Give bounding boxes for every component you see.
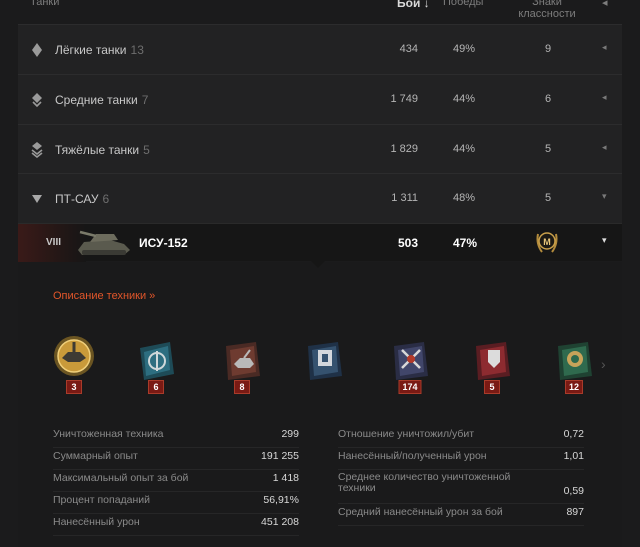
vehicle-detail-panel: Описание техники» 3 6 8 174 5 12 › Уничт… [18,261,622,547]
stat-row: Максимальный опыт за бой 1 418 [53,472,299,492]
column-header-wins[interactable]: Победы [443,0,483,8]
vehicle-name: ИСУ-152 [139,236,188,250]
stat-row: Процент попаданий 56,91% [53,494,299,514]
header-toggle-icon: ◂ [602,0,608,9]
tank-icon [78,230,130,255]
group-mastery: 5 [544,192,552,204]
group-row-medium-tanks[interactable]: Средние танки 7 1 749 44% 6 ◂ [18,74,622,124]
supporter-medal-icon [558,342,592,380]
group-battles: 1 311 [391,192,418,204]
column-header-tanks[interactable]: Танки [30,0,59,8]
td-icon [32,195,42,203]
group-mastery: 9 [544,43,552,55]
group-name: Тяжёлые танки 5 [55,143,150,157]
medal-item[interactable]: 8 [216,334,268,394]
group-mastery: 6 [544,93,552,105]
medal-item[interactable] [298,334,350,394]
stat-row: Нанесённый урон 451 208 [53,516,299,536]
group-wins: 49% [453,43,476,55]
medium-tank-icon [32,93,42,108]
column-header-mastery[interactable]: Знаки классности [515,0,579,20]
group-wins: 44% [453,143,476,155]
medal-count: 12 [564,380,584,394]
medal-item[interactable]: 3 [48,334,100,394]
group-name: Средние танки 7 [55,93,149,107]
medal-count: 8 [234,380,250,394]
mastery-badge-icon: M [536,232,558,253]
medals-next-arrow-icon[interactable]: › [601,356,606,372]
heavy-tank-icon [31,142,43,158]
medal-item[interactable]: 5 [466,334,518,394]
group-row-light-tanks[interactable]: Лёгкие танки 13 434 49% 9 ◂ [18,24,622,74]
light-tank-icon [32,43,42,57]
medal-count: 5 [484,380,500,394]
collapse-toggle-icon[interactable]: ◂ [602,142,607,153]
medal-count: 174 [398,380,422,394]
group-wins: 44% [453,93,476,105]
steel-wall-medal-icon [476,342,510,380]
stat-row: Отношение уничтожил/убит 0,72 [338,428,584,448]
group-name: ПТ-САУ 6 [55,192,110,206]
medal-item[interactable]: 174 [384,334,436,394]
vehicle-wins: 47% [453,236,478,250]
panel-pointer [311,261,325,268]
medal-item[interactable]: 6 [130,334,182,394]
stat-row: Средний нанесённый урон за бой 897 [338,506,584,526]
expand-toggle-icon[interactable]: ▾ [602,191,607,202]
vehicle-tier: VIII [46,237,62,248]
vehicle-description-link[interactable]: Описание техники» [53,290,155,302]
stat-row: Суммарный опыт 191 255 [53,450,299,470]
medal-item[interactable]: 12 [548,334,600,394]
stat-row: Уничтоженная техника 299 [53,428,299,448]
group-battles: 434 [399,43,418,55]
sniper-medal-icon [140,342,174,380]
group-wins: 48% [453,192,476,204]
medals-row: 3 6 8 174 5 12 [48,334,608,396]
group-name: Лёгкие танки 13 [55,43,144,57]
table-header: Танки Бой ↓ Победы Знаки классности ◂ [0,0,640,22]
medal-count: 3 [66,380,82,394]
stat-row: Нанесённый/полученный урон 1,01 [338,450,584,470]
svg-text:M: M [543,237,551,247]
stat-row: Среднее количество уничтоженной техники 0… [338,472,584,504]
medal-count: 6 [148,380,164,394]
defender-medal-icon [308,342,342,380]
collapse-toggle-icon[interactable]: ◂ [602,42,607,53]
warrior-medal-icon [394,342,428,380]
invader-medal-icon [226,342,260,380]
column-header-battles[interactable]: Бой ↓ [397,0,430,10]
group-mastery: 5 [544,143,552,155]
group-row-heavy-tanks[interactable]: Тяжёлые танки 5 1 829 44% 5 ◂ [18,124,622,174]
mastery-medal-icon [54,336,94,376]
vehicle-battles: 503 [397,236,418,250]
vehicle-row-isu-152[interactable]: VIII ИСУ-152 503 47% M ▾ [18,223,622,262]
collapse-vehicle-icon[interactable]: ▾ [602,235,607,246]
group-battles: 1 749 [390,93,418,105]
group-row-td[interactable]: ПТ-САУ 6 1 311 48% 5 ▾ [18,173,622,223]
group-battles: 1 829 [390,143,418,155]
collapse-toggle-icon[interactable]: ◂ [602,92,607,103]
